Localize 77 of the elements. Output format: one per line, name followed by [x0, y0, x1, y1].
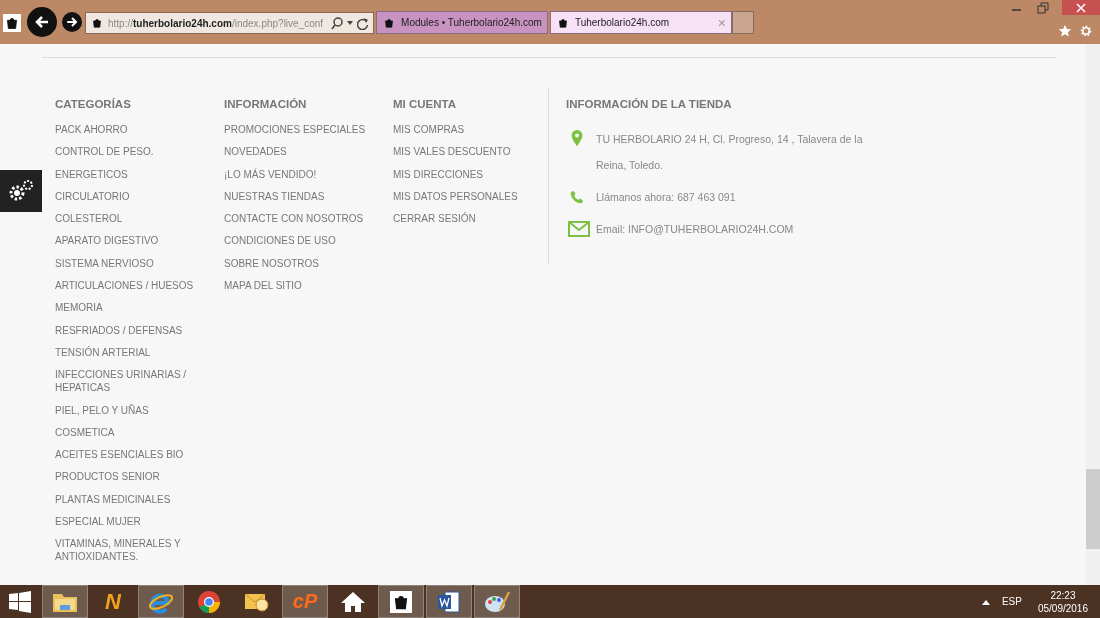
app-logo: cP [292, 590, 318, 613]
close-button[interactable] [1062, 0, 1100, 15]
footer-link[interactable]: ¡LO MÁS VENDIDO! [224, 167, 379, 181]
clock-time[interactable]: 22:23 [1050, 589, 1076, 601]
taskbar-app[interactable] [426, 585, 472, 618]
footer-link[interactable]: ACEITES ESENCIALES BIO [55, 448, 210, 462]
forward-button[interactable] [62, 12, 82, 32]
home-icon [340, 590, 366, 613]
browser-tab[interactable]: Tuherbolario24h.com × [549, 11, 732, 34]
footer-link[interactable]: SISTEMA NERVIOSO [55, 256, 210, 270]
footer-link[interactable]: MIS DATOS PERSONALES [393, 189, 548, 203]
footer-link[interactable]: MAPA DEL SITIO [224, 279, 379, 293]
footer-link[interactable]: PLANTAS MEDICINALES [55, 492, 210, 506]
footer-link[interactable]: NUESTRAS TIENDAS [224, 189, 379, 203]
footer-link[interactable]: ARTICULACIONES / HUESOS [55, 279, 210, 293]
footer-link[interactable]: CONTROL DE PESO. [55, 145, 210, 159]
restore-icon[interactable] [1036, 0, 1050, 15]
close-icon [1076, 2, 1086, 13]
envelope-icon [568, 221, 590, 237]
column-heading: MI CUENTA [393, 98, 458, 112]
settings-panel-toggle[interactable] [0, 170, 42, 212]
shopping-bag-icon [390, 590, 412, 613]
store-info-text: Llámanos ahora: 687 463 091 [596, 190, 737, 205]
settings-icon[interactable] [1079, 24, 1093, 38]
app-logo: N [105, 588, 121, 615]
caret-icon[interactable] [981, 598, 990, 605]
column-heading: CATEGORÍAS [55, 98, 132, 112]
scrollbar[interactable] [1086, 44, 1100, 585]
circle-logo-icon [197, 589, 221, 614]
footer-link[interactable]: ESPECIAL MUJER [55, 515, 210, 529]
column-heading: INFORMACIÓN DE LA TIENDA [566, 98, 733, 112]
star-icon[interactable] [1058, 24, 1072, 38]
footer-link[interactable]: CIRCULATORIO [55, 189, 210, 203]
footer-link[interactable]: INFECCIONES URINARIAS / HEPATICAS [55, 368, 210, 395]
gears-icon [8, 179, 34, 203]
footer-link[interactable]: CONDICIONES DE USO [224, 234, 379, 248]
footer-link[interactable]: MIS DIRECCIONES [393, 167, 548, 181]
site-favicon-icon [90, 16, 104, 30]
column-heading: INFORMACIÓN [224, 98, 308, 112]
footer-link[interactable]: COLESTEROL [55, 212, 210, 226]
windows-logo-icon [9, 590, 31, 613]
footer-link[interactable]: NOVEDADES [224, 145, 379, 159]
footer-link[interactable]: SOBRE NOSOTROS [224, 256, 379, 270]
footer-link[interactable]: MIS VALES DESCUENTO [393, 145, 548, 159]
taskbar-app[interactable] [378, 585, 424, 618]
taskbar-app[interactable]: cP [282, 585, 328, 618]
search-icon[interactable] [331, 16, 344, 30]
taskbar-app[interactable]: N [90, 585, 136, 618]
store-info-text: TU HERBOLARIO 24 H, Cl. Progreso, 14 , Talavera de la Reina, Toledo. [596, 132, 864, 173]
footer-link[interactable]: RESFRIADOS / DEFENSAS [55, 323, 210, 337]
clock-date[interactable]: 05/09/2016 [1037, 602, 1088, 614]
caret-icon[interactable] [347, 21, 354, 25]
footer-link[interactable]: MIS COMPRAS [393, 123, 548, 136]
footer-link[interactable]: VITAMINAS, MINERALES Y ANTIOXIDANTES. [55, 537, 210, 564]
phone-icon [570, 188, 584, 206]
palette-icon [484, 589, 510, 614]
footer-link[interactable]: MEMORIA [55, 301, 210, 315]
footer-link[interactable]: TENSIÓN ARTERIAL [55, 345, 210, 359]
map-pin-icon [570, 130, 584, 148]
browser-tab[interactable]: Modules • Tuherbolario24h.com [376, 11, 548, 34]
footer-link[interactable]: PRODUCTOS SENIOR [55, 470, 210, 484]
footer-link[interactable]: CERRAR SESIÓN [393, 212, 548, 226]
footer-link[interactable]: COSMETICA [55, 425, 210, 439]
footer-link[interactable]: PIEL, PELO Y UÑAS [55, 403, 210, 417]
document-w-icon [437, 589, 461, 614]
language-indicator[interactable]: ESP [1001, 596, 1022, 607]
footer-link[interactable]: CONTACTE CON NOSOTROS [224, 212, 379, 226]
back-button[interactable] [27, 7, 57, 37]
close-tab-button[interactable]: × [717, 14, 726, 31]
refresh-icon[interactable] [357, 16, 370, 30]
store-info-text: Email: INFO@TUHERBOLARIO24H.COM [596, 222, 795, 237]
footer-link[interactable]: APARATO DIGESTIVO [55, 234, 210, 248]
address-bar[interactable]: http://tuherbolario24h.com/index.php?live_conf [85, 12, 375, 34]
site-favicon-icon[interactable] [3, 14, 21, 32]
footer-link[interactable]: ENERGETICOS [55, 167, 210, 181]
footer-link[interactable]: PROMOCIONES ESPECIALES [224, 123, 379, 136]
footer-link[interactable]: PACK AHORRO [55, 123, 210, 136]
